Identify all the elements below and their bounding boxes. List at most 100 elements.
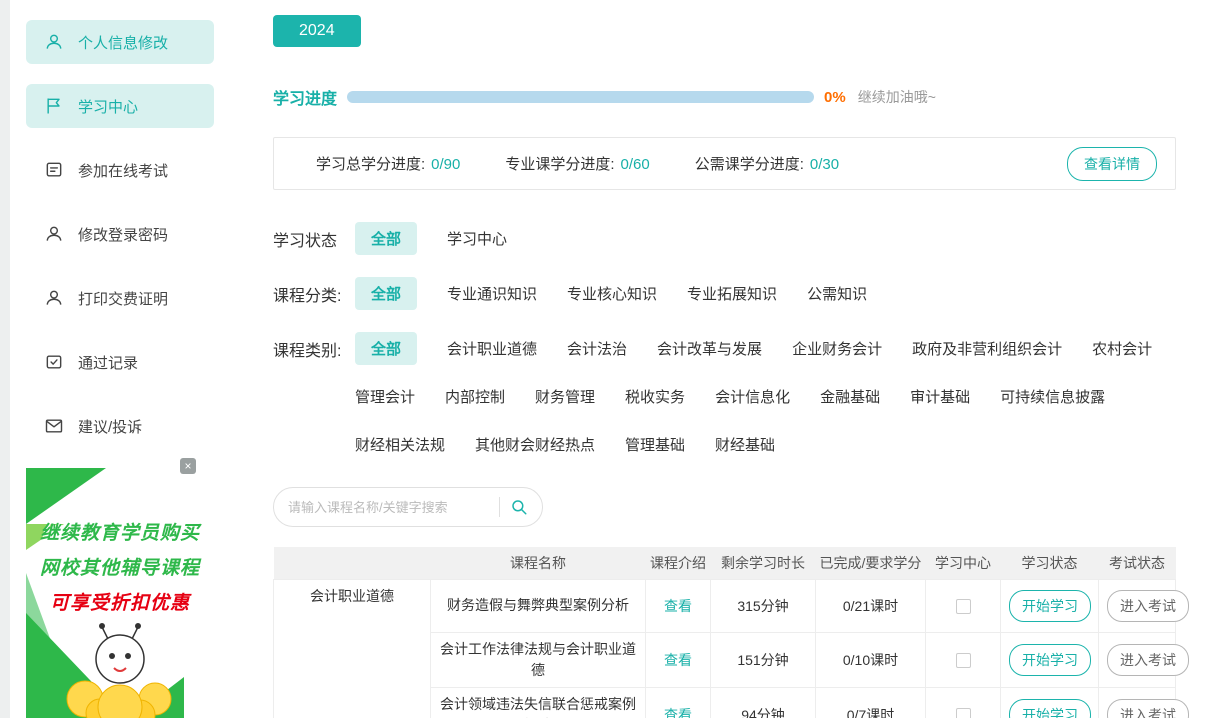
table-row: 会计职业道德财务造假与舞弊典型案例分析查看315分钟0/21课时开始学习进入考试	[274, 579, 1176, 632]
sidebar-item-4[interactable]: 修改登录密码	[26, 212, 214, 256]
sidebar-nav: 个人信息修改学习中心参加在线考试修改登录密码打印交费证明通过记录建议/投诉	[26, 20, 214, 448]
credit-progress-item: 专业课学分进度:0/60	[505, 153, 649, 174]
column-header: 已完成/要求学分	[816, 547, 926, 579]
filter-option[interactable]: 学习中心	[447, 222, 507, 255]
view-details-button[interactable]: 查看详情	[1067, 147, 1157, 181]
sidebar-item-label: 学习中心	[78, 96, 138, 117]
study-status-cell: 开始学习	[1001, 687, 1099, 718]
year-tab-2024[interactable]: 2024	[273, 15, 361, 47]
filters: 学习状态全部学习中心课程分类:全部专业通识知识专业核心知识专业拓展知识公需知识课…	[273, 222, 1176, 461]
column-header: 剩余学习时长	[711, 547, 816, 579]
enter-exam-button[interactable]: 进入考试	[1107, 699, 1189, 718]
promo-text: 继续教育学员购买网校其他辅导课程可享受折扣优惠	[26, 516, 214, 621]
course-intro-cell: 查看	[646, 687, 711, 718]
filter-label: 课程分类:	[273, 277, 355, 306]
credit-items: 学习总学分进度:0/90 专业课学分进度:0/60 公需课学分进度:0/30	[316, 153, 839, 174]
filter-options: 全部会计职业道德会计法治会计改革与发展企业财务会计政府及非营利组织会计农村会计管…	[355, 332, 1176, 461]
promo-banner-body[interactable]: 继续教育学员购买网校其他辅导课程可享受折扣优惠	[26, 468, 214, 718]
enter-exam-button[interactable]: 进入考试	[1107, 644, 1189, 676]
person-icon	[44, 288, 64, 308]
promo-banner: × 继续教育学员购买网校其他辅导课程可享受折扣优惠	[26, 468, 214, 718]
filter-option[interactable]: 全部	[355, 277, 417, 310]
enter-exam-button[interactable]: 进入考试	[1107, 590, 1189, 622]
filter-option[interactable]: 其他财会财经热点	[475, 428, 595, 461]
filter-row-2: 课程分类:全部专业通识知识专业核心知识专业拓展知识公需知识	[273, 277, 1176, 310]
course-intro-cell: 查看	[646, 632, 711, 687]
category-header-empty	[274, 547, 431, 579]
course-select-checkbox[interactable]	[956, 653, 971, 668]
filter-option[interactable]: 内部控制	[445, 380, 505, 413]
start-study-button[interactable]: 开始学习	[1009, 644, 1091, 676]
sidebar-item-label: 建议/投诉	[78, 416, 142, 437]
promo-line: 继续教育学员购买	[26, 516, 214, 551]
filter-option[interactable]: 税收实务	[625, 380, 685, 413]
sidebar-item-2[interactable]: 学习中心	[26, 84, 214, 128]
filter-label: 学习状态	[273, 222, 355, 251]
filter-option[interactable]: 财经相关法规	[355, 428, 445, 461]
filter-option[interactable]: 会计职业道德	[447, 332, 537, 365]
left-gutter	[0, 0, 10, 718]
sidebar-item-6[interactable]: 通过记录	[26, 340, 214, 384]
filter-option[interactable]: 专业拓展知识	[687, 277, 777, 310]
course-intro-cell: 查看	[646, 579, 711, 632]
study-status-cell: 开始学习	[1001, 632, 1099, 687]
filter-option[interactable]: 管理基础	[625, 428, 685, 461]
filter-option[interactable]: 农村会计	[1092, 332, 1152, 365]
filter-option[interactable]: 财务管理	[535, 380, 595, 413]
close-icon[interactable]: ×	[180, 458, 196, 474]
sidebar: 个人信息修改学习中心参加在线考试修改登录密码打印交费证明通过记录建议/投诉 × …	[10, 0, 230, 718]
filter-option[interactable]: 专业核心知识	[567, 277, 657, 310]
view-link[interactable]: 查看	[664, 707, 692, 718]
table-header-row: 课程名称课程介绍剩余学习时长已完成/要求学分学习中心学习状态考试状态	[274, 547, 1176, 579]
view-link[interactable]: 查看	[664, 598, 692, 614]
study-center-cell	[926, 632, 1001, 687]
start-study-button[interactable]: 开始学习	[1009, 590, 1091, 622]
search-input[interactable]	[288, 500, 489, 515]
filter-option[interactable]: 财经基础	[715, 428, 775, 461]
course-select-checkbox[interactable]	[956, 599, 971, 614]
filter-option[interactable]: 会计改革与发展	[657, 332, 762, 365]
filter-option[interactable]: 会计法治	[567, 332, 627, 365]
filter-option[interactable]: 会计信息化	[715, 380, 790, 413]
promo-line: 网校其他辅导课程	[26, 551, 214, 586]
filter-option[interactable]: 企业财务会计	[792, 332, 882, 365]
sidebar-item-7[interactable]: 建议/投诉	[26, 404, 214, 448]
sidebar-item-label: 通过记录	[78, 352, 138, 373]
main-content: 2024 学习进度 0% 继续加油哦~ 学习总学分进度:0/90 专业课学分进度:…	[230, 0, 1216, 718]
sidebar-item-5[interactable]: 打印交费证明	[26, 276, 214, 320]
filter-row-3: 课程类别:全部会计职业道德会计法治会计改革与发展企业财务会计政府及非营利组织会计…	[273, 332, 1176, 461]
sidebar-item-label: 打印交费证明	[78, 288, 168, 309]
credit-progress-item: 公需课学分进度:0/30	[695, 153, 839, 174]
credit-value: 0/60	[621, 156, 650, 173]
course-search-box	[273, 487, 543, 527]
view-link[interactable]: 查看	[664, 652, 692, 668]
sidebar-item-1[interactable]: 个人信息修改	[26, 20, 214, 64]
column-header: 课程介绍	[646, 547, 711, 579]
credit-progress-item: 学习总学分进度:0/90	[316, 153, 460, 174]
column-header: 考试状态	[1099, 547, 1176, 579]
sidebar-item-3[interactable]: 参加在线考试	[26, 148, 214, 192]
exam-status-cell: 进入考试	[1099, 632, 1176, 687]
credit-label: 学习总学分进度:	[316, 156, 425, 173]
filter-option[interactable]: 全部	[355, 222, 417, 255]
study-progress-section: 学习进度 0% 继续加油哦~	[273, 85, 1176, 109]
exam-status-cell: 进入考试	[1099, 579, 1176, 632]
filter-option[interactable]: 政府及非营利组织会计	[912, 332, 1062, 365]
course-select-checkbox[interactable]	[956, 708, 971, 718]
credit-label: 公需课学分进度:	[695, 156, 804, 173]
filter-option[interactable]: 全部	[355, 332, 417, 365]
search-icon[interactable]	[510, 498, 528, 516]
course-category-cell: 会计职业道德	[274, 579, 431, 718]
search-divider	[499, 497, 500, 517]
filter-option[interactable]: 管理会计	[355, 380, 415, 413]
credits-cell: 0/7课时	[816, 687, 926, 718]
filter-option[interactable]: 可持续信息披露	[1000, 380, 1105, 413]
filter-row-1: 学习状态全部学习中心	[273, 222, 1176, 255]
filter-option[interactable]: 审计基础	[910, 380, 970, 413]
filter-option[interactable]: 公需知识	[807, 277, 867, 310]
start-study-button[interactable]: 开始学习	[1009, 699, 1091, 718]
filter-options: 全部学习中心	[355, 222, 1176, 255]
column-header: 学习状态	[1001, 547, 1099, 579]
filter-option[interactable]: 金融基础	[820, 380, 880, 413]
filter-option[interactable]: 专业通识知识	[447, 277, 537, 310]
